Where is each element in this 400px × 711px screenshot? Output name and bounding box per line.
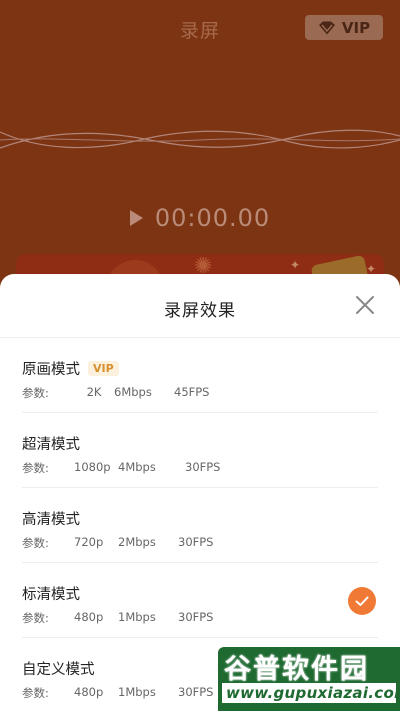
diamond-icon [318, 21, 336, 35]
sheet-title: 录屏效果 [164, 301, 236, 321]
option-name: 自定义模式 [22, 662, 95, 678]
selected-check-icon [348, 587, 376, 615]
params-label: 参数: [22, 686, 49, 700]
param-bitrate: 6Mbps [114, 385, 152, 399]
option-params: 参数: 480p 1Mbps 30FPS [22, 685, 238, 701]
quality-option-ultra-hd[interactable]: 超清模式 参数: 1080p 4Mbps 30FPS [22, 413, 378, 488]
params-label: 参数: [22, 611, 49, 625]
watermark-url: www.gupuxiazai.com [222, 683, 400, 703]
recording-quality-sheet: 录屏效果 原画模式 VIP 参数: 2K 6Mbps 45FPS 超清模式 参数… [0, 274, 400, 711]
param-bitrate: 1Mbps [118, 610, 156, 624]
param-resolution: 720p [74, 535, 104, 549]
quality-option-sd[interactable]: 标清模式 参数: 480p 1Mbps 30FPS [22, 563, 378, 638]
param-resolution: 480p [74, 610, 104, 624]
watermark-title: 谷普软件园 [224, 654, 369, 685]
quality-option-hd[interactable]: 高清模式 参数: 720p 2Mbps 30FPS [22, 488, 378, 563]
option-name: 标清模式 [22, 587, 80, 603]
playback-timer: 00:00.00 [0, 204, 400, 232]
option-name: 超清模式 [22, 437, 80, 453]
params-label: 参数: [22, 536, 49, 550]
option-params: 参数: 480p 1Mbps 30FPS [22, 610, 238, 626]
param-resolution: 2K [86, 385, 102, 399]
vip-tag: VIP [88, 361, 119, 376]
timer-text: 00:00.00 [154, 204, 271, 232]
top-bar: 录屏 VIP [0, 0, 400, 58]
site-watermark: 谷普软件园 www.gupuxiazai.com [218, 647, 400, 711]
sheet-header: 录屏效果 [0, 274, 400, 338]
param-fps: 30FPS [178, 610, 214, 624]
option-params: 参数: 720p 2Mbps 30FPS [22, 535, 238, 551]
close-icon[interactable] [354, 294, 376, 316]
param-fps: 30FPS [178, 535, 214, 549]
param-bitrate: 1Mbps [118, 685, 156, 699]
option-name: 高清模式 [22, 512, 80, 528]
play-icon[interactable] [129, 210, 143, 226]
screen-recorder-app: 录屏 VIP 00:00.00 ✺ ✦ ✦ 录屏效果 原画模式 VIP 参数: … [0, 0, 400, 711]
param-resolution: 480p [74, 685, 104, 699]
param-fps: 30FPS [185, 460, 221, 474]
audio-waveform [0, 129, 400, 149]
params-label: 参数: [22, 461, 49, 475]
param-bitrate: 4Mbps [118, 460, 156, 474]
quality-option-original[interactable]: 原画模式 VIP 参数: 2K 6Mbps 45FPS [22, 338, 378, 413]
option-name: 原画模式 [22, 362, 80, 378]
params-label: 参数: [22, 386, 49, 400]
param-resolution: 1080p [74, 460, 111, 474]
sparkle-icon: ✦ [289, 258, 300, 272]
option-params: 参数: 2K 6Mbps 45FPS [22, 385, 234, 401]
option-params: 参数: 1080p 4Mbps 30FPS [22, 460, 245, 476]
param-fps: 45FPS [174, 385, 210, 399]
vip-button[interactable]: VIP [305, 15, 383, 40]
vip-label: VIP [341, 18, 371, 37]
param-bitrate: 2Mbps [118, 535, 156, 549]
